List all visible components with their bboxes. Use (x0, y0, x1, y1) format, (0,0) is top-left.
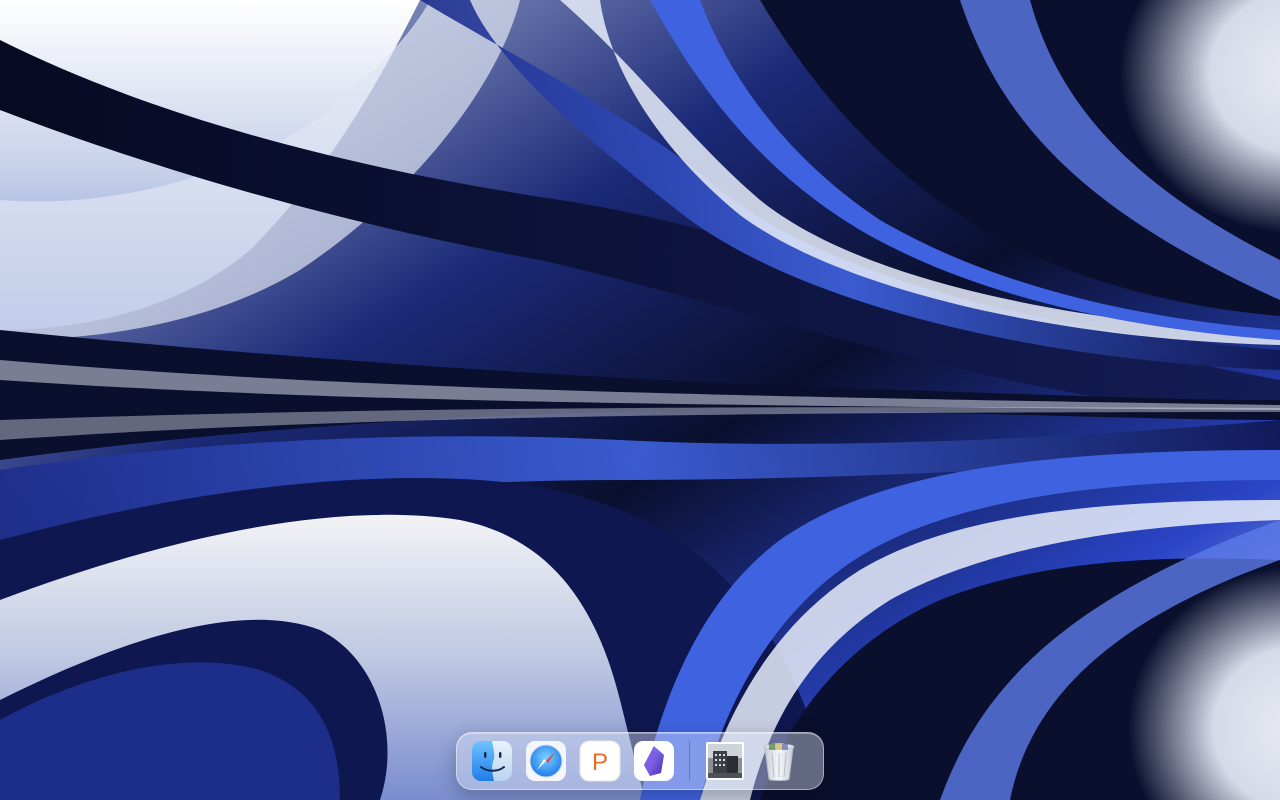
photo-stack-icon[interactable] (703, 739, 747, 783)
dock-separator (689, 741, 690, 781)
finder-icon[interactable] (470, 739, 514, 783)
trash-icon[interactable] (757, 739, 801, 783)
desktop: P (0, 0, 1280, 800)
pages-icon[interactable]: P (578, 739, 622, 783)
dock: P (456, 732, 824, 790)
obsidian-icon[interactable] (632, 739, 676, 783)
safari-icon[interactable] (524, 739, 568, 783)
wallpaper (0, 0, 1280, 800)
svg-text:P: P (592, 749, 608, 776)
